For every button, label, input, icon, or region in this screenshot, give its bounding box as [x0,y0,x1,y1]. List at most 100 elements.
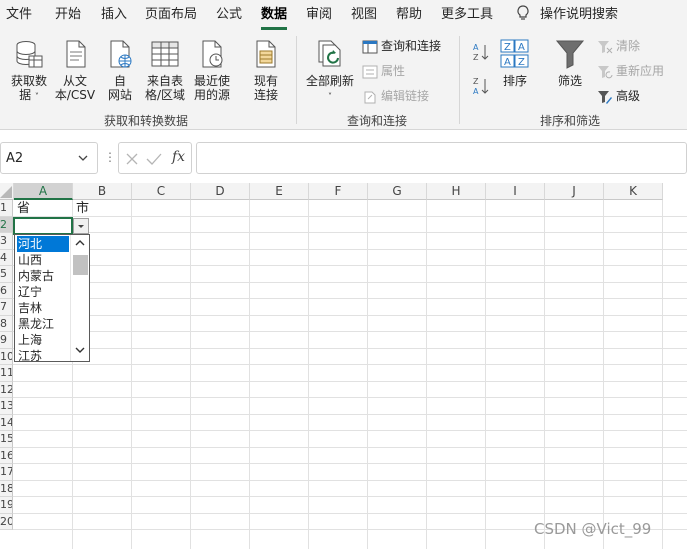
worksheet-grid[interactable]: ABCDEFGHIJK 1 2 3 4 5 6 7 8 9 10 11 12 13 14 15 16 17 18 1… [0,183,687,549]
row-header-11[interactable]: 11 [0,365,13,382]
validation-dropdown-list[interactable]: 河北 山西 内蒙古 辽宁 吉林 黑龙江 上海 江苏 [14,234,90,364]
row-header-12[interactable]: 12 [0,381,13,398]
tab-home[interactable]: 开始 [55,5,81,25]
dropdown-item[interactable]: 上海 [17,332,69,348]
column-header-g[interactable]: G [368,183,427,200]
text-file-icon [66,40,86,68]
scroll-up-icon[interactable] [74,238,86,248]
dropdown-item[interactable]: 辽宁 [17,284,69,300]
row-header-10[interactable]: 10 [0,348,13,365]
row-header-1[interactable]: 1 [0,200,13,217]
more-options-icon[interactable]: ⋮ [104,150,116,164]
recent-label-2: 用的源 [193,88,230,102]
column-header-j[interactable]: J [545,183,604,200]
dropdown-scrollbar[interactable] [70,235,89,361]
tab-formulas[interactable]: 公式 [216,5,242,25]
column-header-a[interactable]: A [14,183,73,200]
queries-connections-button[interactable]: 查询和连接 [362,37,441,55]
tab-view[interactable]: 视图 [351,5,377,25]
row-header-3[interactable]: 3 [0,233,13,250]
formula-input[interactable] [196,142,687,174]
active-cell-a2[interactable] [13,217,73,235]
advanced-filter-button[interactable]: 高级 [597,87,640,105]
column-header-f[interactable]: F [309,183,368,200]
enter-icon[interactable] [146,152,162,166]
refresh-all-button[interactable]: 全部刷新 ˅ [304,38,356,104]
cell-a1[interactable]: 省 [17,201,30,217]
row-header-19[interactable]: 19 [0,497,13,514]
svg-text:Z: Z [518,57,525,68]
filter-button[interactable]: 筛选 [554,38,586,88]
row-header-16[interactable]: 16 [0,447,13,464]
row-header-9[interactable]: 9 [0,332,13,349]
row-header-5[interactable]: 5 [0,266,13,283]
tab-page-layout[interactable]: 页面布局 [145,5,197,25]
sort-az-icon: A Z [473,43,489,62]
row-header-6[interactable]: 6 [0,282,13,299]
dropdown-item[interactable]: 黑龙江 [17,316,69,332]
column-header-b[interactable]: B [73,183,132,200]
column-gridline [662,200,663,549]
column-header-i[interactable]: I [486,183,545,200]
row-header-7[interactable]: 7 [0,299,13,316]
tab-review[interactable]: 审阅 [306,5,332,25]
properties-button[interactable]: 属性 [362,62,405,80]
row-header-4[interactable]: 4 [0,249,13,266]
dropdown-item[interactable]: 山西 [17,252,69,268]
from-table-label-1: 来自表 [146,74,183,88]
row-header-13[interactable]: 13 [0,398,13,415]
tab-data[interactable]: 数据 [261,5,288,30]
chevron-down-icon [78,225,84,228]
tab-more-tools[interactable]: 更多工具 [441,5,493,25]
name-box-value: A2 [6,151,24,166]
column-header-k[interactable]: K [604,183,663,200]
column-header-c[interactable]: C [132,183,191,200]
from-text-csv-button[interactable]: 从文 本/CSV [53,38,97,102]
svg-text:Z: Z [504,42,511,53]
dropdown-item[interactable]: 江苏 [17,348,69,364]
column-header-d[interactable]: D [191,183,250,200]
from-table-range-button[interactable]: 来自表 格/区域 [142,38,188,102]
recent-sources-button[interactable]: 最近使 用的源 [191,38,233,102]
row-header-18[interactable]: 18 [0,480,13,497]
row-header-17[interactable]: 17 [0,464,13,481]
dropdown-item[interactable]: 内蒙古 [17,268,69,284]
row-header-14[interactable]: 14 [0,414,13,431]
scrollbar-thumb[interactable] [73,255,88,275]
reapply-button[interactable]: 重新应用 [597,62,664,80]
lightbulb-icon [517,5,529,20]
from-web-button[interactable]: 自 网站 [104,38,136,102]
database-icon [16,41,43,68]
existing-connections-button[interactable]: 现有 连接 [249,38,283,102]
properties-icon [362,65,378,78]
row-header-15[interactable]: 15 [0,431,13,448]
clear-filter-button[interactable]: 清除 [597,37,640,55]
column-header-e[interactable]: E [250,183,309,200]
name-box[interactable]: A2 [0,142,98,174]
dropdown-item[interactable]: 吉林 [17,300,69,316]
chevron-down-icon[interactable] [77,152,89,164]
scroll-down-icon[interactable] [74,345,86,355]
tab-help[interactable]: 帮助 [396,5,422,25]
insert-function-icon[interactable]: fx [172,149,185,165]
column-header-h[interactable]: H [427,183,486,200]
sort-button[interactable]: Z A A Z 排序 [500,38,530,88]
row-gridline [13,446,687,448]
row-header-2[interactable]: 2 [0,216,13,233]
sort-ascending-button[interactable]: A Z [472,42,490,62]
get-data-button[interactable]: 获取数 据 ˅ [8,38,50,104]
row-header-20[interactable]: 20 [0,513,13,530]
row-gridline [13,397,687,398]
edit-links-button[interactable]: 编辑链接 [362,87,429,105]
dropdown-arrow-button[interactable] [73,218,89,234]
svg-text:Z: Z [473,77,479,86]
cell-b1[interactable]: 市 [76,201,89,217]
tab-file[interactable]: 文件 [6,5,32,25]
tell-me-search[interactable]: 操作说明搜索 [516,5,618,25]
cancel-icon[interactable] [125,152,139,166]
select-all-corner[interactable] [0,183,14,200]
sort-descending-button[interactable]: Z A [472,76,490,96]
tab-insert[interactable]: 插入 [101,5,127,25]
row-header-8[interactable]: 8 [0,315,13,332]
dropdown-item[interactable]: 河北 [17,236,69,252]
